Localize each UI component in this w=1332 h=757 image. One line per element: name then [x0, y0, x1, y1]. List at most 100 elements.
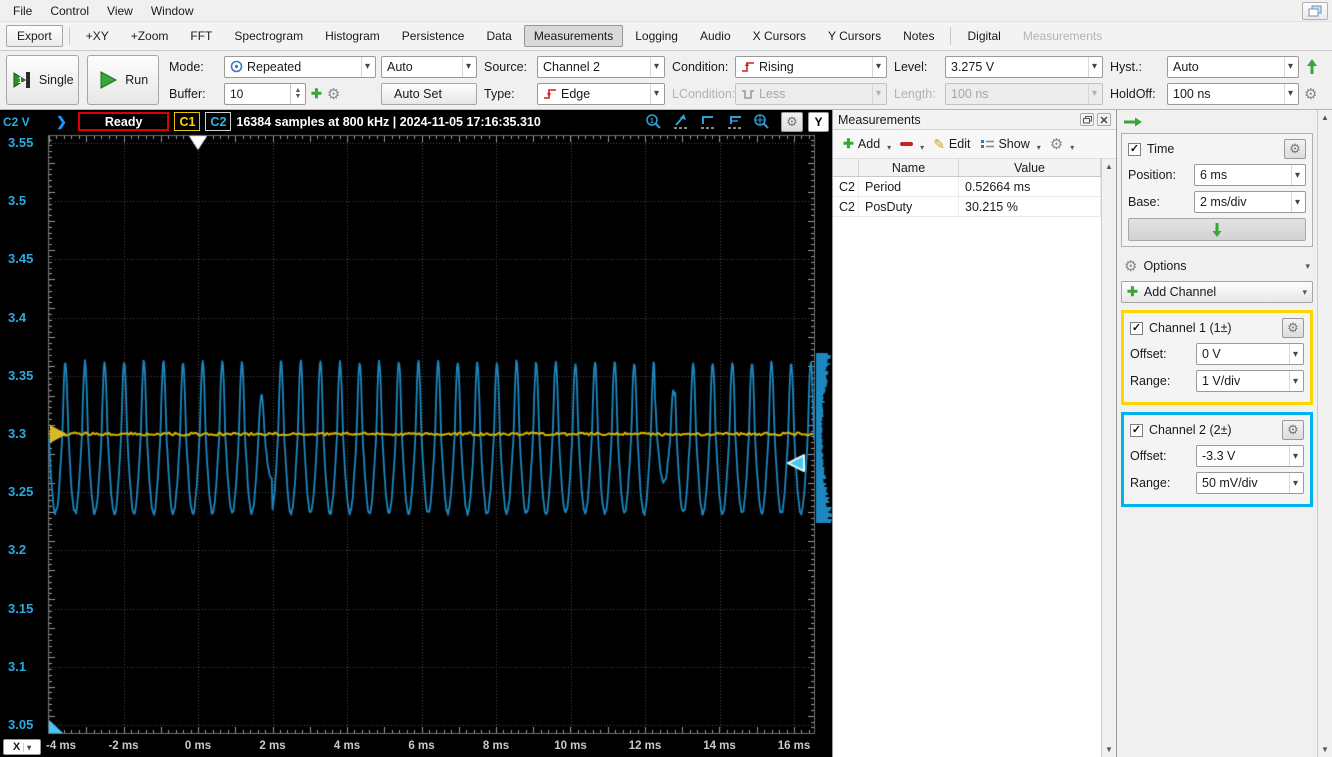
zoom-fit-icon[interactable]: [752, 113, 772, 130]
add-dropdown-icon[interactable]: ▾: [887, 137, 893, 152]
remove-measurement-button[interactable]: [896, 140, 917, 148]
condition-select[interactable]: Rising ▾: [735, 55, 887, 78]
buffer-add-icon[interactable]: ✚: [311, 86, 322, 102]
pointer-cursor-icon[interactable]: [671, 113, 691, 130]
scroll-up-icon[interactable]: ▲: [1318, 110, 1332, 125]
scroll-down-icon[interactable]: ▼: [1102, 742, 1116, 757]
toolbar-item--xy[interactable]: +XY: [76, 25, 119, 47]
length-value: 100 ns: [951, 86, 989, 101]
menu-view[interactable]: View: [98, 2, 142, 20]
type-select[interactable]: Edge ▾: [537, 82, 665, 105]
capture-info: 16384 samples at 800 kHz | 2024-11-05 17…: [236, 114, 541, 129]
options-row[interactable]: ⚙ Options ▾: [1121, 254, 1313, 278]
float-panel-button[interactable]: [1080, 113, 1094, 126]
name-column-header[interactable]: Name: [859, 159, 959, 176]
measurements-gear-icon[interactable]: ⚙: [1046, 133, 1067, 155]
plot-settings-button[interactable]: ⚙: [781, 111, 803, 132]
show-measurement-button[interactable]: Show: [977, 135, 1033, 153]
position-select[interactable]: 6 ms ▾: [1194, 164, 1306, 186]
value-column-header[interactable]: Value: [959, 159, 1101, 176]
channel2-gear-button[interactable]: ⚙: [1282, 420, 1304, 440]
plus-icon: ✚: [843, 136, 854, 151]
menu-window[interactable]: Window: [142, 2, 203, 20]
run-button[interactable]: Run: [86, 55, 159, 105]
zoom-one-icon[interactable]: 1: [644, 113, 664, 130]
oscilloscope-canvas[interactable]: [46, 133, 832, 737]
close-panel-button[interactable]: [1097, 113, 1111, 126]
expand-arrow-icon[interactable]: ❯: [50, 114, 73, 130]
toolbar-item-export[interactable]: Export: [6, 25, 63, 47]
condition-label: Condition:: [672, 59, 729, 74]
channel1-offset-select[interactable]: 0 V ▾: [1196, 343, 1304, 365]
scroll-down-icon[interactable]: ▼: [1318, 742, 1332, 757]
scroll-up-icon[interactable]: ▲: [1102, 159, 1116, 174]
toolbar-item-histogram[interactable]: Histogram: [315, 25, 390, 47]
remove-dropdown-icon[interactable]: ▾: [920, 137, 926, 152]
holdoff-input[interactable]: 100 ns ▾: [1167, 82, 1299, 105]
add-channel-button[interactable]: ✚ Add Channel ▾: [1121, 281, 1313, 303]
x-axis-button[interactable]: X ▾: [3, 739, 41, 755]
mode-auto-select[interactable]: Auto ▾: [381, 55, 477, 78]
collapse-right-arrow-icon[interactable]: [1123, 114, 1143, 130]
time-gear-button[interactable]: ⚙: [1284, 139, 1306, 159]
channel2-checkbox[interactable]: [1130, 423, 1143, 437]
toolbar-item-spectrogram[interactable]: Spectrogram: [224, 25, 313, 47]
tab-channel2[interactable]: C2: [205, 112, 232, 131]
menu-control[interactable]: Control: [41, 2, 98, 20]
trigger-gear-icon[interactable]: ⚙: [1304, 85, 1326, 103]
measurements-title-bar[interactable]: Measurements: [833, 110, 1116, 130]
hyst-select[interactable]: Auto ▾: [1167, 55, 1299, 78]
toolbar-item-persistence[interactable]: Persistence: [392, 25, 475, 47]
base-select[interactable]: 2 ms/div ▾: [1194, 191, 1306, 213]
channel1-range-value: 1 V/div: [1202, 374, 1241, 388]
tab-channel1[interactable]: C1: [174, 112, 201, 131]
single-button[interactable]: 1 Single: [6, 55, 79, 105]
source-select[interactable]: Channel 2 ▾: [537, 55, 665, 78]
toolbar-item-x-cursors[interactable]: X Cursors: [743, 25, 816, 47]
y-axis-button[interactable]: Y: [808, 111, 829, 132]
channel1-gear-button[interactable]: ⚙: [1282, 318, 1304, 338]
time-expand-button[interactable]: [1128, 218, 1306, 241]
restore-windows-button[interactable]: [1302, 1, 1328, 20]
buffer-gear-icon[interactable]: ⚙: [327, 85, 340, 103]
measurements-scrollbar[interactable]: ▲ ▼: [1101, 159, 1116, 757]
scope-status-bar: C2 V ❯ Ready C1 C2 16384 samples at 800 …: [0, 110, 832, 133]
toolbar-item-audio[interactable]: Audio: [690, 25, 741, 47]
level-up-arrow-icon[interactable]: [1304, 58, 1320, 76]
channel2-range-select[interactable]: 50 mV/div ▾: [1196, 472, 1304, 494]
table-cell: 0.52664 ms: [959, 177, 1101, 196]
panel-scrollbar[interactable]: ▲ ▼: [1317, 110, 1332, 757]
toolbar-item-digital[interactable]: Digital: [957, 25, 1010, 47]
gear-dropdown-icon[interactable]: ▾: [1070, 137, 1076, 152]
channel2-offset-select[interactable]: -3.3 V ▾: [1196, 445, 1304, 467]
toolbar-item--zoom[interactable]: +Zoom: [121, 25, 179, 47]
buffer-spinner[interactable]: 10 ▲ ▼: [224, 82, 306, 105]
auto-set-button[interactable]: Auto Set: [381, 82, 477, 105]
toolbar-item-y-cursors[interactable]: Y Cursors: [818, 25, 891, 47]
time-group: Time ⚙ Position: 6 ms ▾ Base: 2 ms/div: [1121, 133, 1313, 247]
edit-measurement-button[interactable]: ✎ Edit: [929, 134, 974, 155]
toolbar-item-logging[interactable]: Logging: [625, 25, 688, 47]
mode-select[interactable]: Repeated ▾: [224, 55, 376, 78]
spinner-arrows-icon[interactable]: ▲ ▼: [290, 83, 305, 104]
toolbar-item-measurements[interactable]: Measurements: [523, 25, 624, 47]
channel1-range-select[interactable]: 1 V/div ▾: [1196, 370, 1304, 392]
chevron-down-icon: ▾: [1288, 371, 1301, 391]
menu-file[interactable]: File: [4, 2, 41, 20]
table-row[interactable]: C2 PosDuty 30.215 %: [833, 197, 1101, 217]
table-cell: Period: [859, 177, 959, 196]
add-measurement-button[interactable]: ✚ Add: [839, 134, 884, 154]
show-dropdown-icon[interactable]: ▾: [1037, 137, 1043, 152]
toolbar-item-data[interactable]: Data: [476, 25, 521, 47]
y-axis-unit-label[interactable]: C2 V: [3, 115, 45, 129]
toolbar-item-notes[interactable]: Notes: [893, 25, 944, 47]
chevron-down-icon: ▾: [1087, 83, 1100, 104]
level-input[interactable]: 3.275 V ▾: [945, 55, 1103, 78]
horizontal-cursor-icon[interactable]: [698, 113, 718, 130]
vertical-cursor-icon[interactable]: [725, 113, 745, 130]
channel1-checkbox[interactable]: [1130, 321, 1143, 335]
table-row[interactable]: C2 Period 0.52664 ms: [833, 177, 1101, 197]
time-checkbox[interactable]: [1128, 142, 1141, 156]
x-axis-bar: X ▾ -4 ms -2 ms 0 ms 2 ms 4 ms 6 ms 8 ms 10 ms 1…: [0, 737, 832, 757]
toolbar-item-fft[interactable]: FFT: [180, 25, 222, 47]
